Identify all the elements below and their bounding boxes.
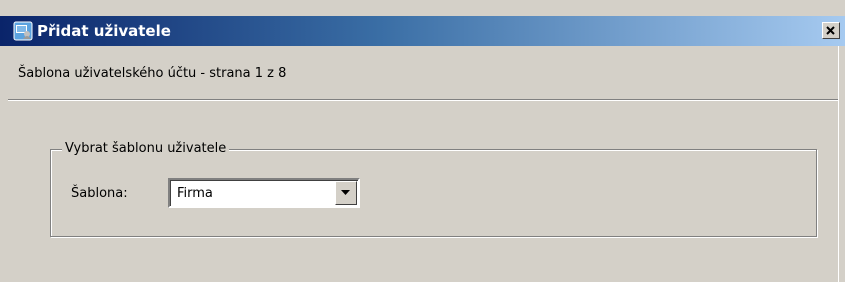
wizard-page-subtitle: Šablona uživatelského účtu - strana 1 z … xyxy=(18,66,287,81)
window-title: Přidat uživatele xyxy=(37,22,171,40)
title-bar[interactable]: Přidat uživatele xyxy=(0,16,845,46)
template-label: Šablona: xyxy=(71,186,128,201)
header-divider xyxy=(8,99,838,101)
close-icon xyxy=(826,26,835,35)
add-user-dialog: Přidat uživatele Šablona uživatelského ú… xyxy=(0,0,845,282)
groupbox-legend: Vybrat šablonu uživatele xyxy=(62,141,230,157)
template-select-value: Firma xyxy=(177,186,213,201)
users-add-icon xyxy=(13,21,33,41)
chevron-down-icon xyxy=(341,190,350,195)
template-groupbox xyxy=(50,149,817,237)
template-select[interactable]: Firma xyxy=(168,178,360,208)
template-dropdown-button[interactable] xyxy=(335,181,357,205)
window-edge xyxy=(838,46,839,282)
close-button[interactable] xyxy=(822,22,840,39)
